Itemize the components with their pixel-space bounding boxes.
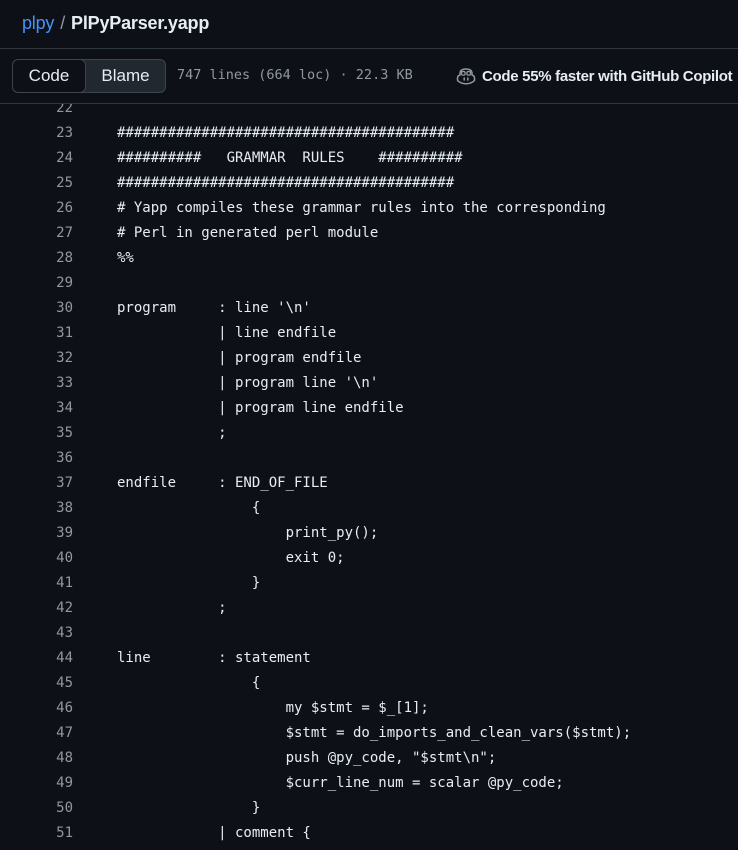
code-line: 42 ; — [0, 596, 738, 621]
code-tab-button[interactable]: Code — [13, 60, 86, 92]
code-line: 28%% — [0, 246, 738, 271]
code-line: 45 { — [0, 671, 738, 696]
code-line: 41 } — [0, 571, 738, 596]
line-number[interactable]: 46 — [0, 696, 73, 721]
line-number[interactable]: 39 — [0, 521, 73, 546]
code-line: 40 exit 0; — [0, 546, 738, 571]
code-line: 24 ########## GRAMMAR RULES ########## — [0, 146, 738, 171]
line-content: | comment { — [117, 825, 311, 841]
breadcrumb-separator: / — [60, 12, 66, 33]
code-line: 30 program : line '\n' — [0, 296, 738, 321]
line-number[interactable]: 51 — [0, 821, 73, 846]
code-line: 27 # Perl in generated perl module — [0, 221, 738, 246]
line-content: } — [117, 800, 261, 816]
line-content: # Perl in generated perl module — [117, 225, 379, 241]
line-content: ######################################## — [117, 175, 455, 191]
line-number[interactable]: 28 — [0, 246, 73, 271]
line-number[interactable]: 34 — [0, 396, 73, 421]
code-line: 32 | program endfile — [0, 346, 738, 371]
line-number[interactable]: 31 — [0, 321, 73, 346]
line-content: %% — [117, 250, 134, 266]
line-number[interactable]: 50 — [0, 796, 73, 821]
line-number[interactable]: 22 — [0, 104, 73, 121]
code-line: 35 ; — [0, 421, 738, 446]
code-line: 23 ######################################… — [0, 121, 738, 146]
line-content: ; — [117, 425, 227, 441]
repo-link[interactable]: plpy — [22, 13, 54, 34]
line-number[interactable]: 33 — [0, 371, 73, 396]
code-line: 34 | program line endfile — [0, 396, 738, 421]
line-content: | program endfile — [117, 350, 362, 366]
code-line: 51 | comment { — [0, 821, 738, 846]
file-name: PlPyParser.yapp — [71, 12, 210, 33]
code-line: 39 print_py(); — [0, 521, 738, 546]
line-number[interactable]: 36 — [0, 446, 73, 471]
line-number[interactable]: 26 — [0, 196, 73, 221]
line-content: $curr_line_num = scalar @py_code; — [117, 775, 564, 791]
code-line: 44 line : statement — [0, 646, 738, 671]
line-content: my $stmt = $_[1]; — [117, 700, 429, 716]
line-number[interactable]: 23 — [0, 121, 73, 146]
line-number[interactable]: 42 — [0, 596, 73, 621]
code-line: 36 — [0, 446, 738, 471]
line-number[interactable]: 37 — [0, 471, 73, 496]
code-line: 33 | program line '\n' — [0, 371, 738, 396]
line-content: push @py_code, "$stmt\n"; — [117, 750, 497, 766]
line-number[interactable]: 48 — [0, 746, 73, 771]
copilot-icon — [456, 68, 476, 85]
line-number[interactable]: 25 — [0, 171, 73, 196]
code-line: 46 my $stmt = $_[1]; — [0, 696, 738, 721]
code-line: 38 { — [0, 496, 738, 521]
code-line: 37 endfile : END_OF_FILE — [0, 471, 738, 496]
line-number[interactable]: 47 — [0, 721, 73, 746]
line-number[interactable]: 32 — [0, 346, 73, 371]
code-line: 22 — [0, 104, 738, 121]
line-content: exit 0; — [117, 550, 345, 566]
line-number[interactable]: 40 — [0, 546, 73, 571]
line-content: } — [117, 575, 261, 591]
copilot-promo-button[interactable]: Code 55% faster with GitHub Copilot — [456, 65, 733, 87]
line-number[interactable]: 35 — [0, 421, 73, 446]
line-content: | line endfile — [117, 325, 337, 341]
line-number[interactable]: 49 — [0, 771, 73, 796]
code-line: 26 # Yapp compiles these grammar rules in… — [0, 196, 738, 221]
copilot-promo-label: Code 55% faster with GitHub Copilot — [482, 67, 733, 85]
line-number[interactable]: 27 — [0, 221, 73, 246]
view-toggle: Code Blame — [12, 59, 166, 93]
code-line: 47 $stmt = do_imports_and_clean_vars($st… — [0, 721, 738, 746]
code-line: 48 push @py_code, "$stmt\n"; — [0, 746, 738, 771]
line-content: ########## GRAMMAR RULES ########## — [117, 150, 463, 166]
code-line: 29 — [0, 271, 738, 296]
line-content: # Yapp compiles these grammar rules into… — [117, 200, 606, 216]
code-line: 50 } — [0, 796, 738, 821]
code-line: 31 | line endfile — [0, 321, 738, 346]
line-content: | program line endfile — [117, 400, 404, 416]
file-toolbar: Code Blame 747 lines (664 loc) · 22.3 KB… — [0, 49, 738, 104]
line-content: $stmt = do_imports_and_clean_vars($stmt)… — [117, 725, 632, 741]
code-line: 43 — [0, 621, 738, 646]
line-number[interactable]: 44 — [0, 646, 73, 671]
line-number[interactable]: 43 — [0, 621, 73, 646]
line-number[interactable]: 29 — [0, 271, 73, 296]
line-number[interactable]: 30 — [0, 296, 73, 321]
line-content: { — [117, 675, 261, 691]
line-number[interactable]: 45 — [0, 671, 73, 696]
line-content: print_py(); — [117, 525, 379, 541]
line-number[interactable]: 24 — [0, 146, 73, 171]
file-info: 747 lines (664 loc) · 22.3 KB — [177, 67, 413, 83]
line-content: endfile : END_OF_FILE — [117, 475, 328, 491]
line-content: line : statement — [117, 650, 311, 666]
code-line: 49 $curr_line_num = scalar @py_code; — [0, 771, 738, 796]
line-number[interactable]: 41 — [0, 571, 73, 596]
breadcrumb: plpy / PlPyParser.yapp — [22, 10, 209, 36]
line-number[interactable]: 38 — [0, 496, 73, 521]
code-view[interactable]: 22 23 ####################################… — [0, 104, 738, 850]
line-content: ; — [117, 600, 227, 616]
line-content: ######################################## — [117, 125, 455, 141]
line-content: { — [117, 500, 261, 516]
blame-tab-button[interactable]: Blame — [86, 60, 165, 92]
line-content: program : line '\n' — [117, 300, 311, 316]
line-content: | program line '\n' — [117, 375, 379, 391]
code-line: 25 ######################################… — [0, 171, 738, 196]
